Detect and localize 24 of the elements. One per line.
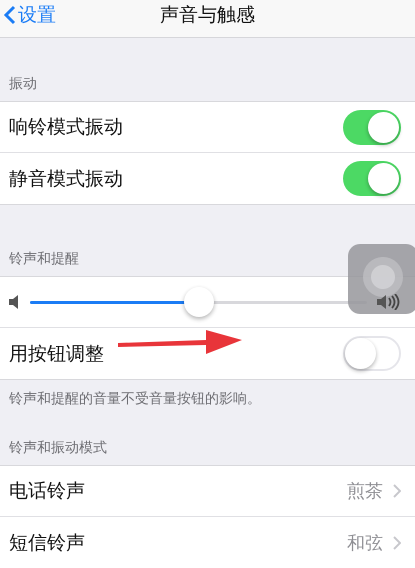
toggle-switch[interactable]	[343, 110, 401, 144]
setting-label: 短信铃声	[9, 530, 85, 556]
setting-label: 用按钮调整	[9, 342, 104, 366]
setting-label: 静音模式振动	[9, 166, 123, 192]
section-footer: 铃声和提醒的音量不受音量按钮的影响。	[9, 391, 261, 407]
chevron-right-icon	[393, 484, 401, 498]
toggle-switch[interactable]	[343, 336, 401, 371]
volume-low-icon	[9, 294, 19, 310]
setting-value: 和弦	[347, 532, 383, 554]
list-item[interactable]: 电话铃声 煎茶	[0, 466, 415, 517]
list-item[interactable]: 短信铃声 和弦	[0, 517, 415, 568]
setting-value: 煎茶	[347, 480, 383, 503]
page-title: 声音与触感	[160, 3, 255, 28]
section-header: 铃声和提醒	[9, 250, 79, 268]
setting-label: 电话铃声	[9, 479, 85, 504]
section-header: 铃声和振动模式	[9, 439, 107, 457]
chevron-right-icon	[393, 536, 401, 550]
back-chevron-icon	[4, 5, 16, 25]
setting-label: 响铃模式振动	[9, 115, 123, 140]
section-header: 振动	[9, 75, 37, 93]
back-button[interactable]: 设置	[0, 0, 60, 30]
slider-thumb[interactable]	[184, 287, 214, 317]
volume-loud-icon	[377, 294, 401, 310]
toggle-switch[interactable]	[343, 161, 401, 196]
